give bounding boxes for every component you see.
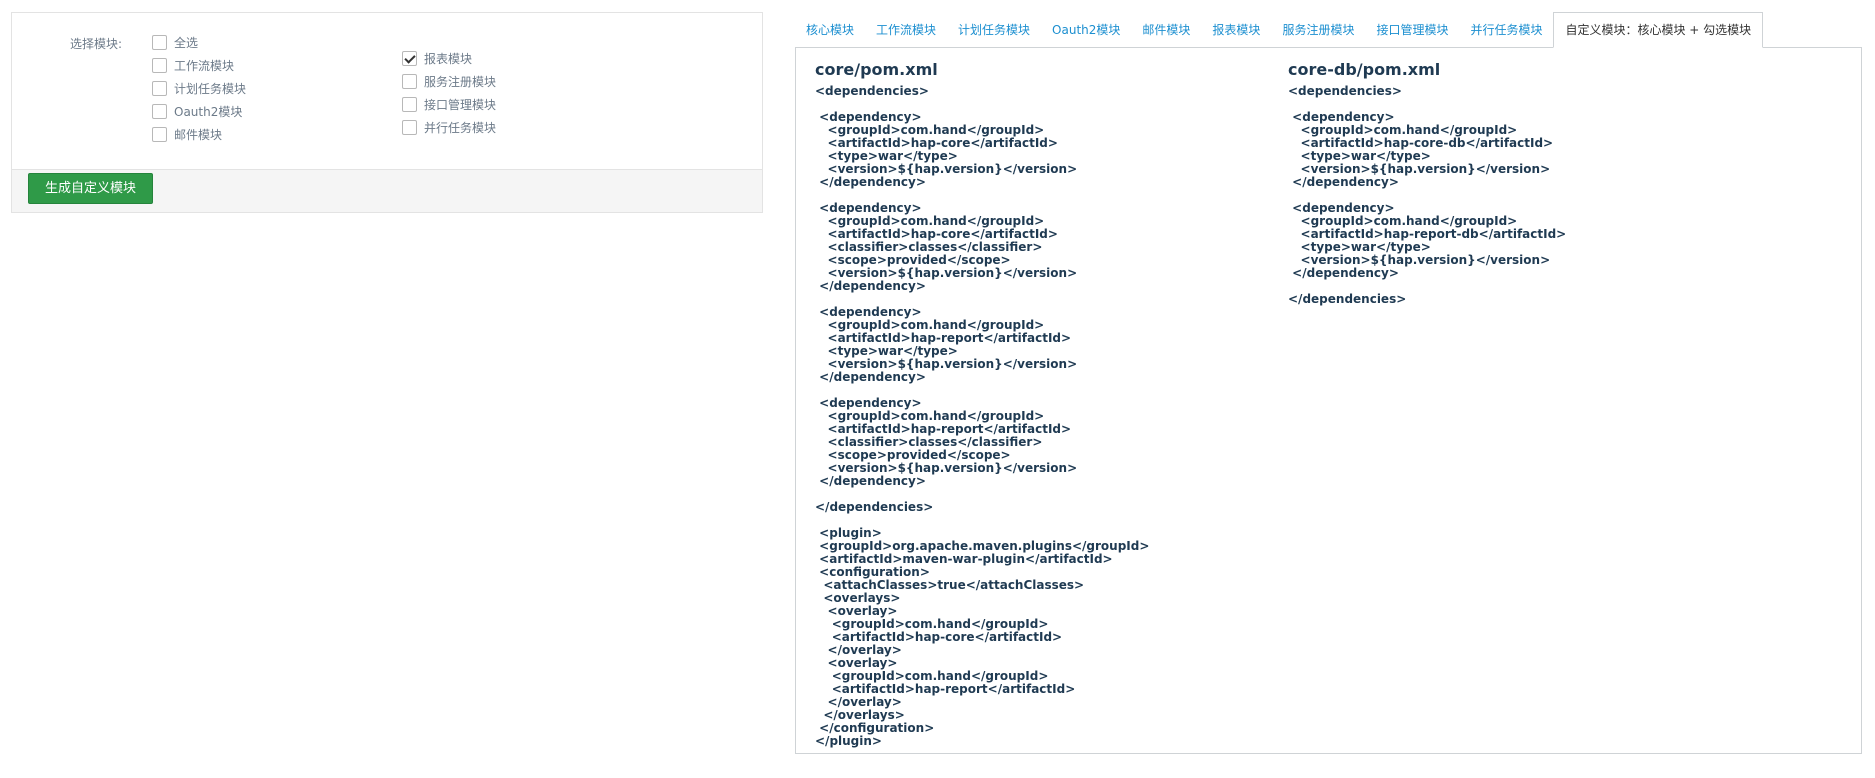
checkbox-label: 全选 xyxy=(174,35,199,50)
tab-service-registry-module[interactable]: 服务注册模块 xyxy=(1271,13,1365,47)
tab-custom-module[interactable]: 自定义模块：核心模块 + 勾选模块 xyxy=(1553,12,1764,48)
checkbox-label: 报表模块 xyxy=(424,51,473,66)
tab-workflow-module[interactable]: 工作流模块 xyxy=(865,13,947,47)
select-module-label: 选择模块: xyxy=(70,37,123,51)
core-db-pom-title: core-db/pom.xml xyxy=(1288,60,1441,79)
checkbox-label: 计划任务模块 xyxy=(174,81,247,96)
button-bar: 生成自定义模块 xyxy=(12,169,762,212)
checkbox-label: Oauth2模块 xyxy=(174,104,243,119)
checkbox-box[interactable] xyxy=(152,126,167,142)
checkbox-box[interactable] xyxy=(152,34,167,50)
checkbox-mail-module[interactable]: 邮件模块 xyxy=(152,124,222,144)
checkbox-scheduled-task-module[interactable]: 计划任务模块 xyxy=(152,78,246,98)
checkbox-box[interactable] xyxy=(152,103,167,119)
tab-api-management-module[interactable]: 接口管理模块 xyxy=(1365,13,1459,47)
checkbox-box[interactable] xyxy=(402,119,417,135)
tab-oauth2-module[interactable]: Oauth2模块 xyxy=(1041,13,1131,47)
checkbox-box[interactable] xyxy=(402,73,417,89)
checkbox-label: 服务注册模块 xyxy=(424,74,497,89)
checkbox-label: 工作流模块 xyxy=(174,58,235,73)
custom-module-tab-panel: core/pom.xml <dependencies> <dependency>… xyxy=(795,47,1862,754)
checkbox-service-registry-module[interactable]: 服务注册模块 xyxy=(402,71,496,91)
checkbox-box[interactable] xyxy=(152,80,167,96)
checkbox-label: 邮件模块 xyxy=(174,127,223,142)
tab-scheduled-task-module[interactable]: 计划任务模块 xyxy=(947,13,1041,47)
checkbox-oauth2-module[interactable]: Oauth2模块 xyxy=(152,101,242,121)
checkbox-workflow-module[interactable]: 工作流模块 xyxy=(152,55,234,75)
generate-custom-module-button[interactable]: 生成自定义模块 xyxy=(28,173,154,204)
checkbox-label: 并行任务模块 xyxy=(424,120,497,135)
module-selection-panel: 选择模块: 全选 工作流模块 计划任务模块 Oauth2模块 邮件模块 报表模块… xyxy=(11,12,763,213)
checkbox-report-module[interactable]: 报表模块 xyxy=(402,48,472,68)
core-pom-title: core/pom.xml xyxy=(815,60,938,79)
tab-core-module[interactable]: 核心模块 xyxy=(795,13,865,47)
core-db-pom-section: core-db/pom.xml <dependencies> <dependen… xyxy=(1288,60,1566,306)
checkbox-box[interactable] xyxy=(402,96,417,112)
checkbox-label: 接口管理模块 xyxy=(424,97,497,112)
core-pom-code: <dependencies> <dependency> <groupId>com… xyxy=(815,84,1150,748)
checkbox-select-all[interactable]: 全选 xyxy=(152,32,198,52)
tab-report-module[interactable]: 报表模块 xyxy=(1201,13,1271,47)
checkbox-box[interactable] xyxy=(152,57,167,73)
module-tabs: 核心模块 工作流模块 计划任务模块 Oauth2模块 邮件模块 报表模块 服务注… xyxy=(795,12,1764,48)
tab-mail-module[interactable]: 邮件模块 xyxy=(1131,13,1201,47)
core-db-pom-code: <dependencies> <dependency> <groupId>com… xyxy=(1288,84,1567,306)
tab-parallel-task-module[interactable]: 并行任务模块 xyxy=(1459,13,1553,47)
core-pom-section: core/pom.xml <dependencies> <dependency>… xyxy=(815,60,1149,748)
checkbox-parallel-task-module[interactable]: 并行任务模块 xyxy=(402,117,496,137)
checkbox-box-checked[interactable] xyxy=(402,50,417,66)
checkbox-api-management-module[interactable]: 接口管理模块 xyxy=(402,94,496,114)
